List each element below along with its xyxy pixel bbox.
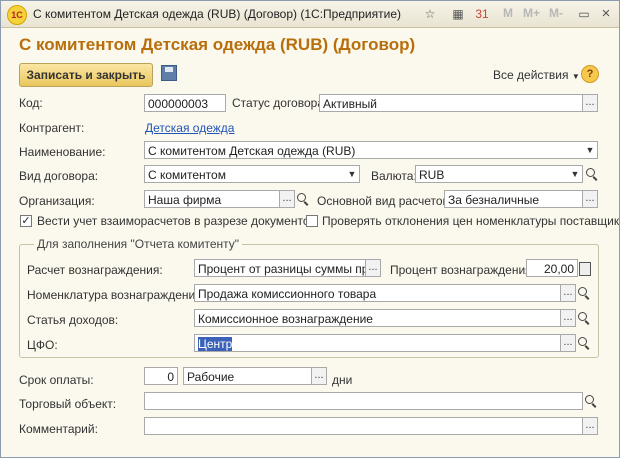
payment-term-label: Срок оплаты:: [19, 373, 94, 387]
code-field[interactable]: 000000003: [144, 94, 226, 112]
contract-type-label: Вид договора:: [19, 169, 99, 183]
reward-calc-select-button[interactable]: ...: [365, 259, 381, 277]
group-title: Для заполнения "Отчета комитенту": [34, 237, 243, 251]
currency-field[interactable]: RUB: [415, 165, 583, 183]
cfo-value: Центр: [198, 337, 233, 351]
name-dropdown-icon[interactable]: ▼: [582, 141, 598, 159]
organization-search-icon[interactable]: [294, 190, 310, 208]
contract-type-field[interactable]: С комитентом: [144, 165, 360, 183]
calendar-icon[interactable]: 31: [473, 5, 491, 23]
reward-calc-field[interactable]: Процент от разницы суммы прод: [194, 259, 366, 277]
status-label: Статус договора:: [232, 96, 328, 110]
reward-calc-label: Расчет вознаграждения:: [27, 263, 163, 277]
reward-item-search-icon[interactable]: [575, 284, 591, 302]
save-and-close-button[interactable]: Записать и закрыть: [19, 63, 153, 87]
currency-label: Валюта:: [371, 169, 417, 183]
memory-minus-button[interactable]: M-: [549, 6, 563, 20]
cfo-select-button[interactable]: ...: [560, 334, 576, 352]
track-docs-checkbox[interactable]: ✓: [20, 215, 32, 227]
settlement-select-button[interactable]: ...: [582, 190, 598, 208]
contract-type-dropdown-icon[interactable]: ▼: [344, 165, 360, 183]
comment-label: Комментарий:: [19, 422, 98, 436]
cfo-search-icon[interactable]: [575, 334, 591, 352]
organization-label: Организация:: [19, 194, 95, 208]
document-window: 1С С комитентом Детская одежда (RUB) (До…: [0, 0, 620, 458]
counterparty-label: Контрагент:: [19, 121, 85, 135]
payment-term-field[interactable]: 0: [144, 367, 178, 385]
calculator-icon[interactable]: [577, 260, 591, 276]
restore-icon[interactable]: ▭: [575, 5, 593, 23]
calculator-icon[interactable]: ▦: [449, 5, 467, 23]
help-icon[interactable]: ?: [581, 65, 599, 83]
cfo-field[interactable]: Центр: [194, 334, 561, 352]
trade-object-search-icon[interactable]: [582, 392, 598, 410]
reward-item-select-button[interactable]: ...: [560, 284, 576, 302]
reward-item-label: Номенклатура вознаграждения:: [27, 288, 206, 302]
star-icon[interactable]: ☆: [421, 5, 439, 23]
title-bar: 1С С комитентом Детская одежда (RUB) (До…: [1, 1, 619, 28]
save-icon[interactable]: [161, 65, 177, 81]
track-docs-label: Вести учет взаиморасчетов в разрезе доку…: [37, 214, 316, 228]
counterparty-link[interactable]: Детская одежда: [145, 121, 234, 135]
status-field[interactable]: Активный: [319, 94, 583, 112]
organization-field[interactable]: Наша фирма: [144, 190, 280, 208]
settlement-field[interactable]: За безналичные: [444, 190, 583, 208]
app-logo-icon: 1С: [7, 5, 27, 25]
comment-select-button[interactable]: ...: [582, 417, 598, 435]
check-prices-label: Проверять отклонения цен номенклатуры по…: [322, 214, 620, 228]
payment-days-type-field[interactable]: Рабочие: [183, 367, 312, 385]
comment-field[interactable]: [144, 417, 583, 435]
settlement-label: Основной вид расчетов:: [317, 194, 453, 208]
all-actions-label: Все действия: [493, 68, 569, 82]
chevron-down-icon: ▼: [571, 72, 580, 81]
income-item-label: Статья доходов:: [27, 313, 119, 327]
name-label: Наименование:: [19, 145, 106, 159]
trade-object-label: Торговый объект:: [19, 397, 117, 411]
window-title: С комитентом Детская одежда (RUB) (Догов…: [33, 7, 401, 21]
memory-m-button[interactable]: M: [503, 6, 513, 20]
income-item-field[interactable]: Комиссионное вознаграждение: [194, 309, 561, 327]
organization-select-button[interactable]: ...: [279, 190, 295, 208]
all-actions-menu[interactable]: Все действия ▼: [493, 68, 580, 82]
reward-percent-field[interactable]: 20,00: [526, 259, 578, 277]
status-select-button[interactable]: ...: [582, 94, 598, 112]
check-prices-checkbox[interactable]: [306, 215, 318, 227]
income-item-select-button[interactable]: ...: [560, 309, 576, 327]
currency-dropdown-icon[interactable]: ▼: [567, 165, 583, 183]
code-label: Код:: [19, 96, 43, 110]
days-label: дни: [332, 373, 353, 387]
memory-plus-button[interactable]: M+: [523, 6, 540, 20]
reward-item-field[interactable]: Продажа комиссионного товара: [194, 284, 561, 302]
payment-days-type-select-button[interactable]: ...: [311, 367, 327, 385]
income-item-search-icon[interactable]: [575, 309, 591, 327]
cfo-label: ЦФО:: [27, 338, 58, 352]
page-title: С комитентом Детская одежда (RUB) (Догов…: [19, 35, 416, 54]
name-field[interactable]: С комитентом Детская одежда (RUB): [144, 141, 598, 159]
reward-percent-label: Процент вознаграждения:: [390, 263, 536, 277]
trade-object-field[interactable]: [144, 392, 583, 410]
close-icon[interactable]: ×: [597, 5, 615, 23]
currency-search-icon[interactable]: [583, 165, 599, 183]
